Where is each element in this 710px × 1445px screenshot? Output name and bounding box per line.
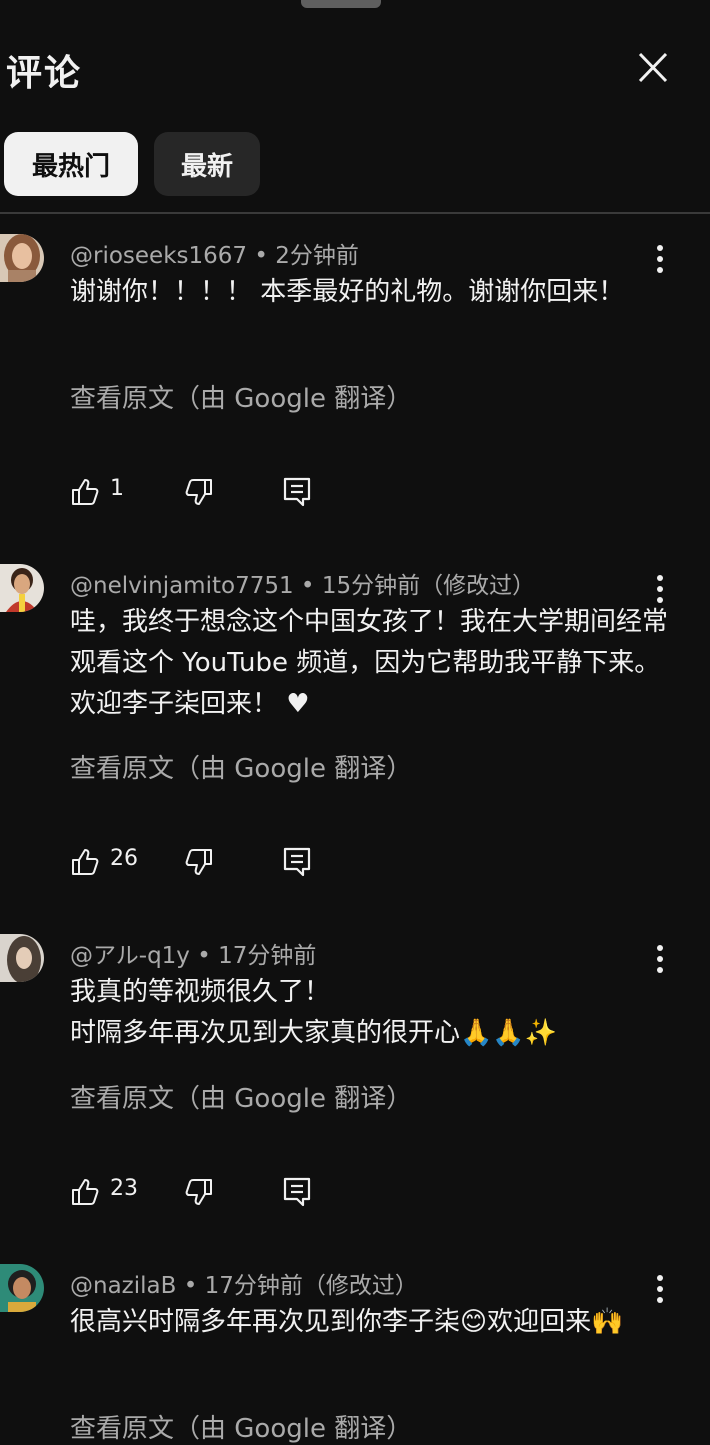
see-original-link[interactable]: 查看原文（由 Google 翻译）: [70, 378, 412, 415]
reply-icon[interactable]: [282, 1176, 312, 1208]
like-icon[interactable]: [70, 1176, 102, 1208]
comment-actions: 23: [70, 1172, 330, 1212]
comment-time: 15分钟前（修改过）: [321, 573, 536, 599]
comment-text: 哇，我终于想念这个中国女孩了！我在大学期间经常观看这个 YouTube 频道，因…: [70, 607, 669, 719]
avatar[interactable]: [0, 934, 44, 982]
meta-separator: •: [197, 943, 219, 969]
close-icon[interactable]: [632, 47, 674, 89]
avatar[interactable]: [0, 1264, 44, 1312]
comment-actions: 26: [70, 842, 330, 882]
comment-actions: 1: [70, 472, 330, 512]
reply-icon[interactable]: [282, 476, 312, 508]
like-count: 23: [110, 1176, 138, 1201]
comment-text: 谢谢你！！！！ 本季最好的礼物。谢谢你回来！: [70, 277, 625, 307]
divider: [0, 212, 710, 214]
panel-title: 评论: [6, 53, 83, 94]
like-icon[interactable]: [70, 846, 102, 878]
dislike-icon[interactable]: [182, 846, 214, 878]
comment-text: 我真的等视频很久了！ 时隔多年再次见到大家真的很开心🙏🙏✨: [70, 972, 670, 1054]
see-original-link[interactable]: 查看原文（由 Google 翻译）: [70, 1078, 412, 1115]
reply-icon[interactable]: [282, 846, 312, 878]
tab-newest[interactable]: 最新: [154, 132, 260, 196]
comment-text: 很高兴时隔多年再次见到你李子柒😊欢迎回来🙌: [70, 1307, 624, 1337]
comment-time: 17分钟前: [218, 943, 317, 969]
comment-author[interactable]: @アル-q1y: [70, 943, 190, 969]
comment-text-line: 我真的等视频很久了！: [70, 977, 331, 1007]
more-options-icon[interactable]: [650, 242, 670, 276]
see-original-link[interactable]: 查看原文（由 Google 翻译）: [70, 748, 412, 785]
comment-time: 2分钟前: [275, 243, 359, 269]
comment-time: 17分钟前（修改过）: [204, 1273, 418, 1299]
see-original-link[interactable]: 查看原文（由 Google 翻译）: [70, 1408, 412, 1445]
dislike-icon[interactable]: [182, 1176, 214, 1208]
comment-text-line: 时隔多年再次见到大家真的很开心🙏🙏✨: [70, 1018, 558, 1048]
dislike-icon[interactable]: [182, 476, 214, 508]
like-count: 1: [110, 476, 124, 501]
like-count: 26: [110, 846, 138, 871]
comment-author[interactable]: @nelvinjamito7751: [70, 573, 294, 599]
more-options-icon[interactable]: [650, 942, 670, 976]
meta-separator: •: [300, 573, 322, 599]
meta-separator: •: [183, 1273, 205, 1299]
more-options-icon[interactable]: [650, 572, 670, 606]
avatar[interactable]: [0, 564, 44, 612]
tab-top-comments[interactable]: 最热门: [4, 132, 138, 196]
more-options-icon[interactable]: [650, 1272, 670, 1306]
meta-separator: •: [254, 243, 276, 269]
avatar[interactable]: [0, 234, 44, 282]
comment-author[interactable]: @rioseeks1667: [70, 243, 247, 269]
like-icon[interactable]: [70, 476, 102, 508]
comment-author[interactable]: @nazilaB: [70, 1273, 176, 1299]
drag-handle[interactable]: [301, 0, 381, 8]
